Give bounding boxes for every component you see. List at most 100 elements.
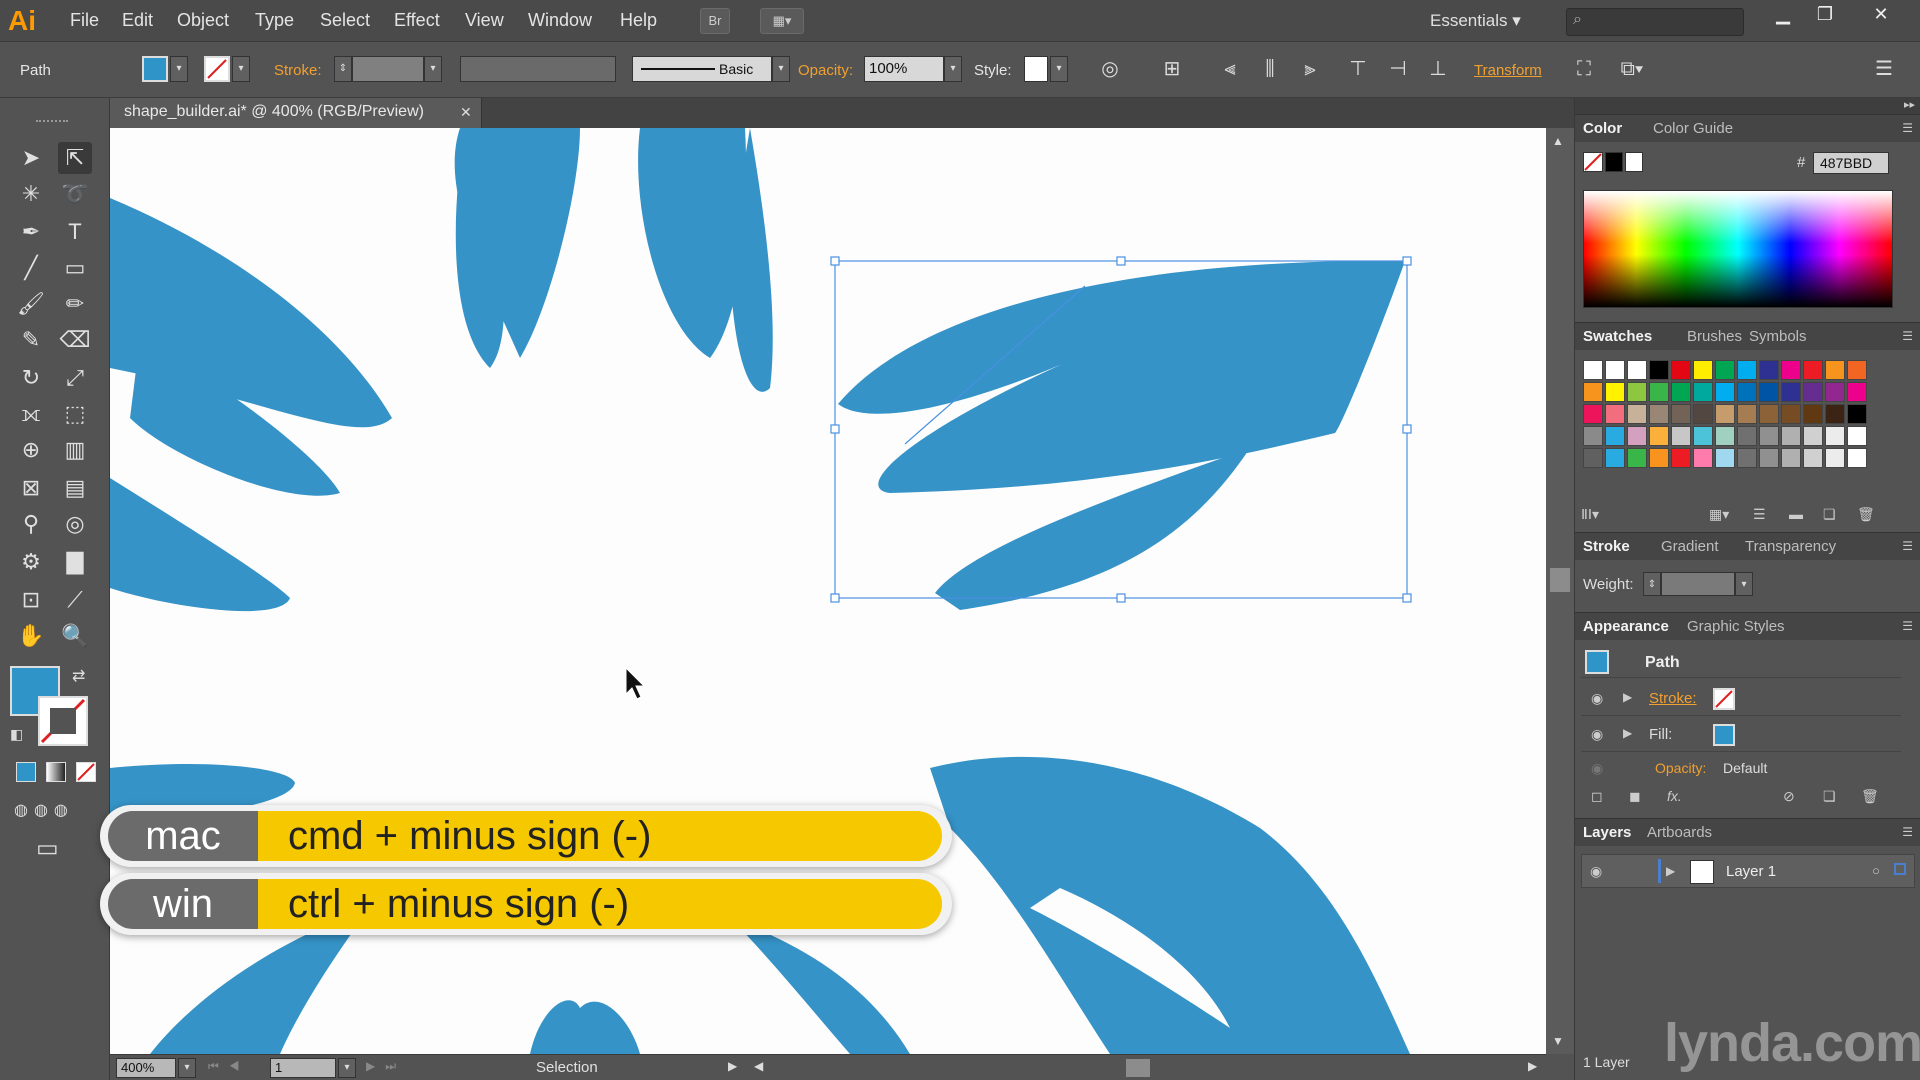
visibility-eye-icon[interactable]: ◉ [1591,760,1603,777]
weight-stepper[interactable]: ⇕ [1643,572,1661,596]
vertical-scroll-thumb[interactable] [1550,568,1570,592]
swatch[interactable] [1649,360,1669,380]
swatch[interactable] [1759,382,1779,402]
stroke-weight-dropdown[interactable]: ▾ [424,56,442,82]
drawing-modes-icon[interactable]: ◍◍◍ [14,800,100,824]
swatch[interactable] [1847,404,1867,424]
swatch[interactable] [1715,426,1735,446]
swatch[interactable] [1759,404,1779,424]
brush-dropdown[interactable]: ▾ [772,56,790,82]
zoom-tool-icon[interactable]: 🔍 [58,620,92,652]
artboard-dropdown[interactable]: ▾ [338,1058,356,1078]
status-menu-icon[interactable]: ▶ [728,1059,737,1073]
stroke-swatch[interactable] [204,56,230,82]
add-fill-icon[interactable]: ◼ [1629,788,1641,805]
menu-edit[interactable]: Edit [122,10,153,31]
zoom-field[interactable]: 400% [116,1058,176,1078]
align-bottom-icon[interactable]: ⊥ [1424,56,1452,82]
column-graph-icon[interactable]: ▇ [58,546,92,578]
symbol-sprayer-icon[interactable]: ⚙ [14,546,48,578]
stroke-weight-label[interactable]: Stroke: [274,62,322,79]
swatch[interactable] [1715,360,1735,380]
pen-tool-icon[interactable]: ✒ [14,216,48,248]
close-tab-icon[interactable]: ✕ [460,98,472,126]
tab-appearance[interactable]: Appearance [1583,618,1669,635]
swatch[interactable] [1693,448,1713,468]
menu-select[interactable]: Select [320,10,370,31]
stroke-color-box[interactable] [38,696,88,746]
restore-icon[interactable]: ❐ [1806,2,1844,28]
swatch[interactable] [1825,382,1845,402]
swatch[interactable] [1693,360,1713,380]
style-dropdown[interactable]: ▾ [1050,56,1068,82]
panel-menu-icon[interactable]: ☰ [1902,539,1913,553]
swatch[interactable] [1649,382,1669,402]
close-icon[interactable]: ✕ [1862,2,1900,28]
tab-transparency[interactable]: Transparency [1745,538,1836,555]
rectangle-tool-icon[interactable]: ▭ [58,252,92,284]
tab-gradient[interactable]: Gradient [1661,538,1719,555]
vertical-scrollbar[interactable]: ▲ ▼ [1546,128,1574,1054]
swatch[interactable] [1693,426,1713,446]
swatch[interactable] [1715,448,1735,468]
bridge-button[interactable]: Br [700,8,730,34]
pencil-icon[interactable]: ✏ [58,288,92,320]
white-swatch[interactable] [1625,152,1643,172]
artboard-nav-prev-icon[interactable]: ⏮◀ [208,1059,250,1074]
gradient-tool-icon[interactable]: ▤ [58,472,92,504]
opacity-field[interactable]: 100% [864,56,944,82]
fill-swatch[interactable] [142,56,168,82]
align-right-icon[interactable]: ⫸ [1296,56,1324,82]
stroke-weight-stepper[interactable]: ⇕ [334,56,352,82]
swatch[interactable] [1605,404,1625,424]
swatch[interactable] [1847,448,1867,468]
free-transform-icon[interactable]: ⬚ [58,398,92,430]
tab-graphic-styles[interactable]: Graphic Styles [1687,618,1785,635]
none-swatch[interactable] [1583,152,1603,172]
duplicate-item-icon[interactable]: ❏ [1823,788,1836,805]
recolor-artwork-icon[interactable]: ◎ [1096,56,1124,82]
layer-name[interactable]: Layer 1 [1726,863,1776,880]
variable-width-profile[interactable] [460,56,616,82]
swatch[interactable] [1627,360,1647,380]
panel-menu-icon[interactable]: ☰ [1902,329,1913,343]
eyedropper-icon[interactable]: ⚲ [14,508,48,540]
swatch-options-icon[interactable]: ☰ [1753,506,1766,523]
search-input[interactable]: ⌕ [1566,8,1744,36]
rotate-tool-icon[interactable]: ↻ [14,362,48,394]
hex-input[interactable]: 487BBD [1813,152,1889,174]
swatch[interactable] [1693,382,1713,402]
tab-color-guide[interactable]: Color Guide [1653,120,1733,137]
zoom-dropdown[interactable]: ▾ [178,1058,196,1078]
align-center-icon[interactable]: ⫼ [1256,56,1284,82]
hand-tool-icon[interactable]: ✋ [14,620,48,652]
swatch[interactable] [1671,382,1691,402]
black-swatch[interactable] [1605,152,1623,172]
align-to-icon[interactable]: ⊞ [1158,56,1186,82]
tab-swatches[interactable]: Swatches [1583,328,1652,345]
horizontal-scroll-thumb[interactable] [1126,1059,1150,1077]
swatch[interactable] [1759,426,1779,446]
perspective-grid-icon[interactable]: ▥ [58,434,92,466]
minimize-icon[interactable]: ▁ [1764,2,1802,28]
stroke-dropdown[interactable]: ▾ [232,56,250,82]
type-tool-icon[interactable]: T [58,216,92,248]
brush-definition[interactable]: Basic [632,56,772,82]
mesh-tool-icon[interactable]: ⊠ [14,472,48,504]
gradient-mode-icon[interactable] [46,762,66,782]
visibility-eye-icon[interactable]: ◉ [1591,726,1603,743]
swatch[interactable] [1825,426,1845,446]
swatch[interactable] [1781,382,1801,402]
color-spectrum[interactable] [1583,190,1893,308]
new-swatch-icon[interactable]: ❏ [1823,506,1836,523]
swatch[interactable] [1737,360,1757,380]
slice-tool-icon[interactable]: ⟋ [58,584,92,616]
shape-builder-icon[interactable]: ⊕ [14,434,48,466]
swatch[interactable] [1781,426,1801,446]
default-colors-icon[interactable]: ◧ [10,726,23,743]
swatch[interactable] [1803,426,1823,446]
swatch[interactable] [1847,360,1867,380]
scale-tool-icon[interactable]: ⤢ [58,362,92,394]
scroll-left-icon[interactable]: ◀ [754,1059,763,1073]
swatch[interactable] [1737,448,1757,468]
